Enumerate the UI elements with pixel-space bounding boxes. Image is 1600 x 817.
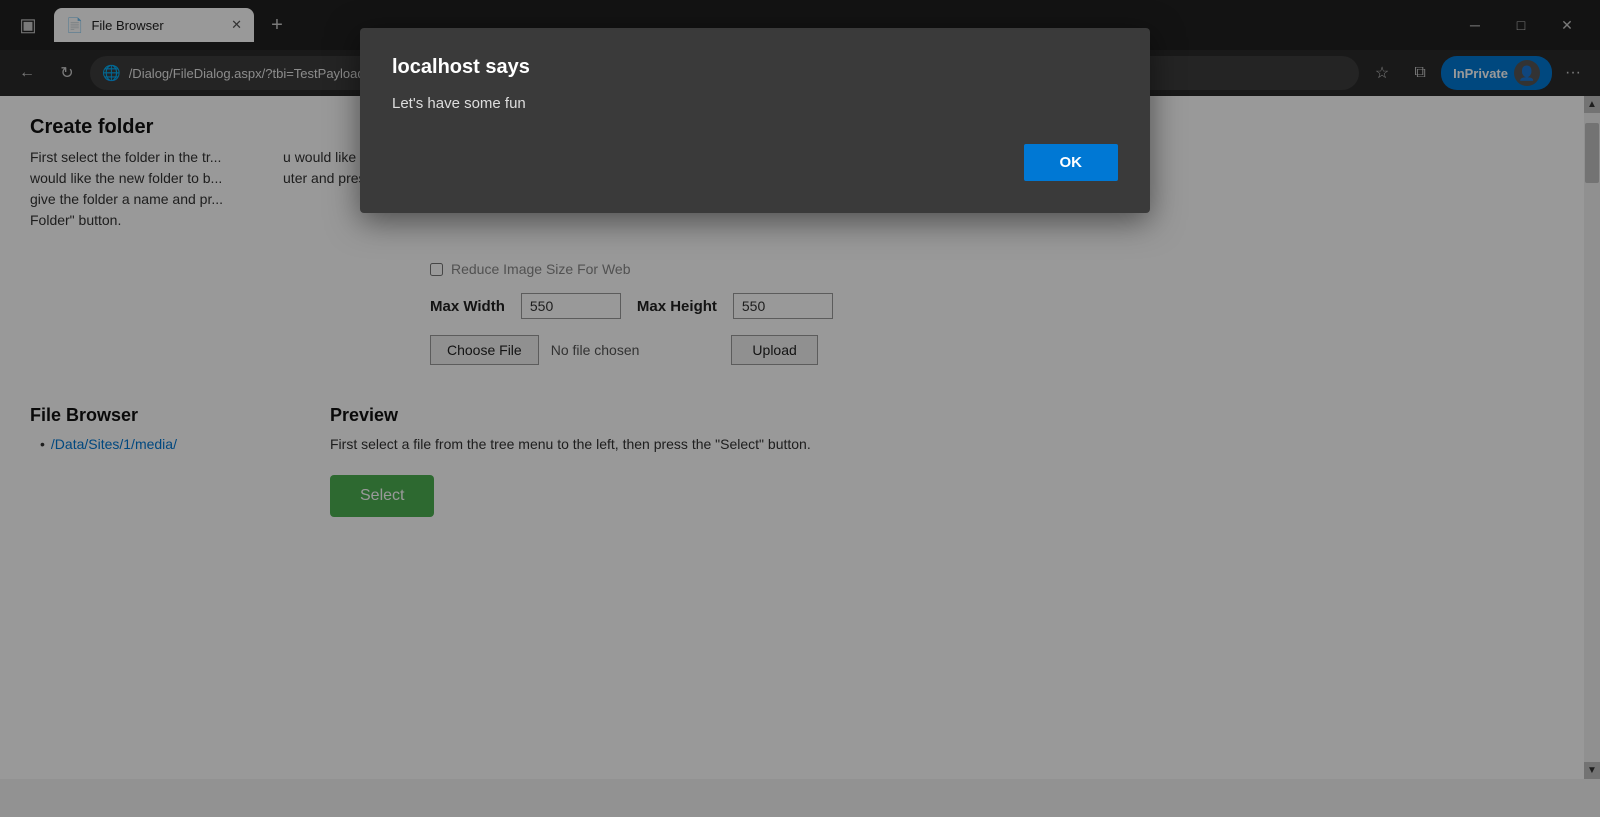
alert-dialog: localhost says Let's have some fun OK: [360, 28, 1150, 213]
alert-title: localhost says: [392, 56, 1118, 79]
alert-ok-button[interactable]: OK: [1024, 144, 1119, 181]
alert-message: Let's have some fun: [392, 95, 1118, 112]
